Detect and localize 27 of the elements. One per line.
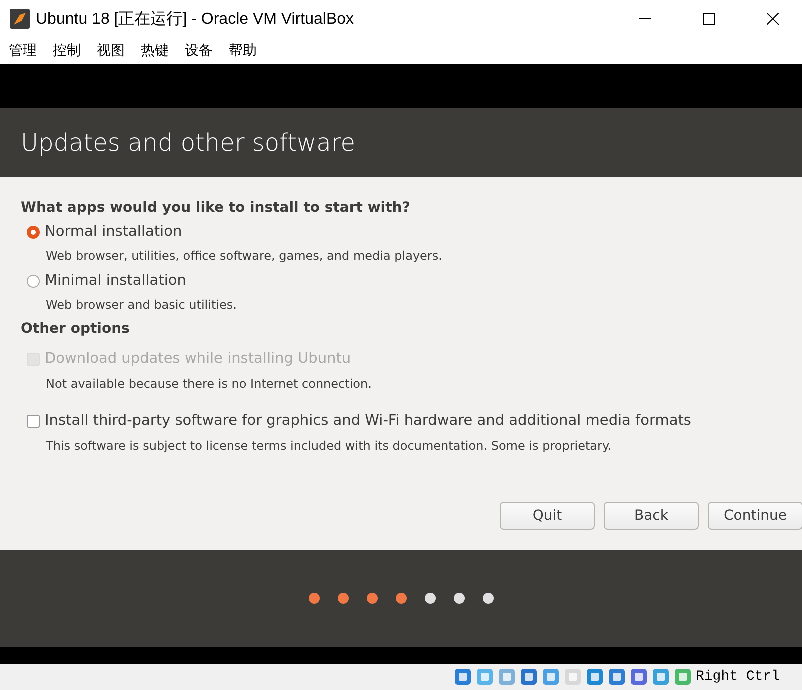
maximize-icon <box>703 13 715 25</box>
checkbox[interactable] <box>27 414 40 428</box>
option-description: Not available because there is no Internet connection. <box>45 376 373 393</box>
host-key-label: Right Ctrl <box>696 669 780 685</box>
menu-item[interactable]: 设备 <box>185 42 213 60</box>
menu-item[interactable]: 帮助 <box>229 42 257 60</box>
menu-item[interactable]: 控制 <box>53 42 81 60</box>
radio-button[interactable] <box>27 274 40 288</box>
option-description: Web browser, utilities, office software, games, and media players. <box>45 248 444 265</box>
page-title: Updates and other software <box>21 128 356 156</box>
window-title: Ubuntu 18 [正在运行] - Oracle VM VirtualBox <box>36 10 356 30</box>
menu-item[interactable]: 热键 <box>141 42 169 60</box>
option-description: Web browser and basic utilities. <box>45 297 238 314</box>
dialog-button[interactable]: Continue <box>708 502 802 530</box>
section-heading: What apps would you like to install to start with? <box>21 199 412 218</box>
menu-item[interactable]: 视图 <box>97 42 125 60</box>
radio-button[interactable] <box>27 226 40 238</box>
app-logo-icon <box>10 9 30 29</box>
option-label[interactable]: Install third-party software for graphics and Wi-Fi hardware and additional media formats <box>45 413 692 429</box>
option-label[interactable]: Normal installation <box>45 224 182 240</box>
dialog-button[interactable]: Quit <box>500 502 595 530</box>
option-label[interactable]: Minimal installation <box>45 273 186 289</box>
dialog-button[interactable]: Back <box>604 502 699 530</box>
menu-item[interactable]: 管理 <box>9 42 37 60</box>
option-description: This software is subject to license terms included with its documentation. Some is proprietary. <box>45 438 613 455</box>
section-heading: Other options <box>21 320 131 339</box>
close-icon <box>767 13 779 25</box>
